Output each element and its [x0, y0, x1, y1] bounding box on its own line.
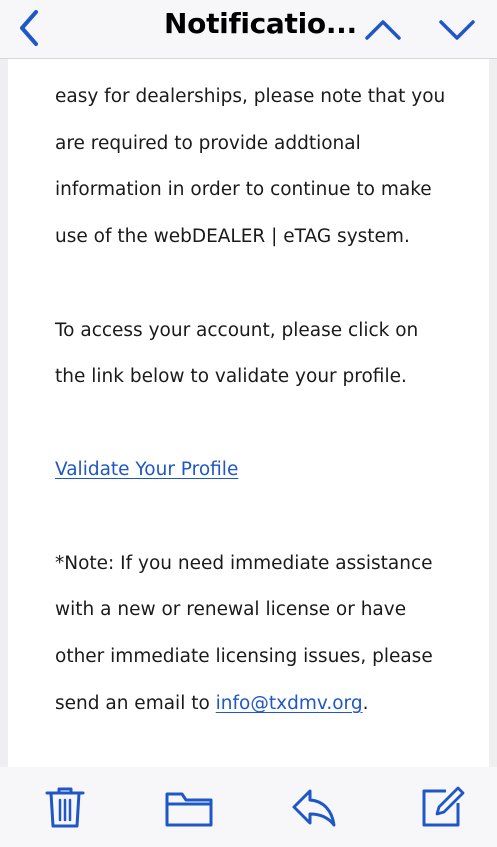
delete-button[interactable]: [44, 785, 86, 833]
body-line: are required to provide addtional: [55, 133, 361, 154]
page-title: Notificatio...: [164, 7, 357, 40]
body-line: the link below to validate your profile.: [55, 366, 407, 387]
folder-icon: [165, 792, 213, 827]
left-margin: [0, 59, 8, 767]
compose-icon: [422, 786, 465, 827]
chevron-left-icon: [20, 10, 38, 46]
reply-icon: [292, 789, 336, 827]
body-line: To access your account, please click on: [55, 320, 419, 341]
message-body: easy for dealerships, please note that y…: [8, 59, 489, 767]
reply-button[interactable]: [290, 787, 338, 833]
body-line: use of the webDEALER | eTAG system.: [55, 226, 410, 247]
mail-screen: Notificatio... easy for dealerships, ple…: [0, 0, 497, 847]
validate-profile-link[interactable]: Validate Your Profile: [55, 458, 238, 482]
email-line-prefix: send an email to: [55, 693, 216, 714]
email-link[interactable]: info@txdmv.org: [216, 693, 363, 714]
email-line-suffix: .: [362, 693, 369, 714]
chevron-up-icon: [365, 20, 401, 40]
body-line: information in order to continue to make: [55, 179, 432, 200]
body-line: with a new or renewal license or have: [55, 599, 407, 620]
body-line: other immediate licensing issues, please: [55, 646, 433, 667]
move-to-folder-button[interactable]: [164, 789, 214, 833]
right-margin: [489, 59, 497, 767]
body-line: *Note: If you need immediate assistance: [55, 553, 433, 574]
next-message-button[interactable]: [436, 14, 478, 44]
body-line: easy for dealerships, please note that y…: [55, 86, 446, 107]
back-button[interactable]: [14, 8, 46, 48]
compose-button[interactable]: [420, 785, 466, 833]
trash-icon: [45, 787, 85, 828]
chevron-down-icon: [439, 20, 475, 40]
previous-message-button[interactable]: [362, 14, 404, 44]
email-line: send an email to info@txdmv.org.: [55, 692, 368, 716]
navigation-bar: Notificatio...: [0, 0, 497, 59]
bottom-toolbar: [0, 767, 497, 847]
